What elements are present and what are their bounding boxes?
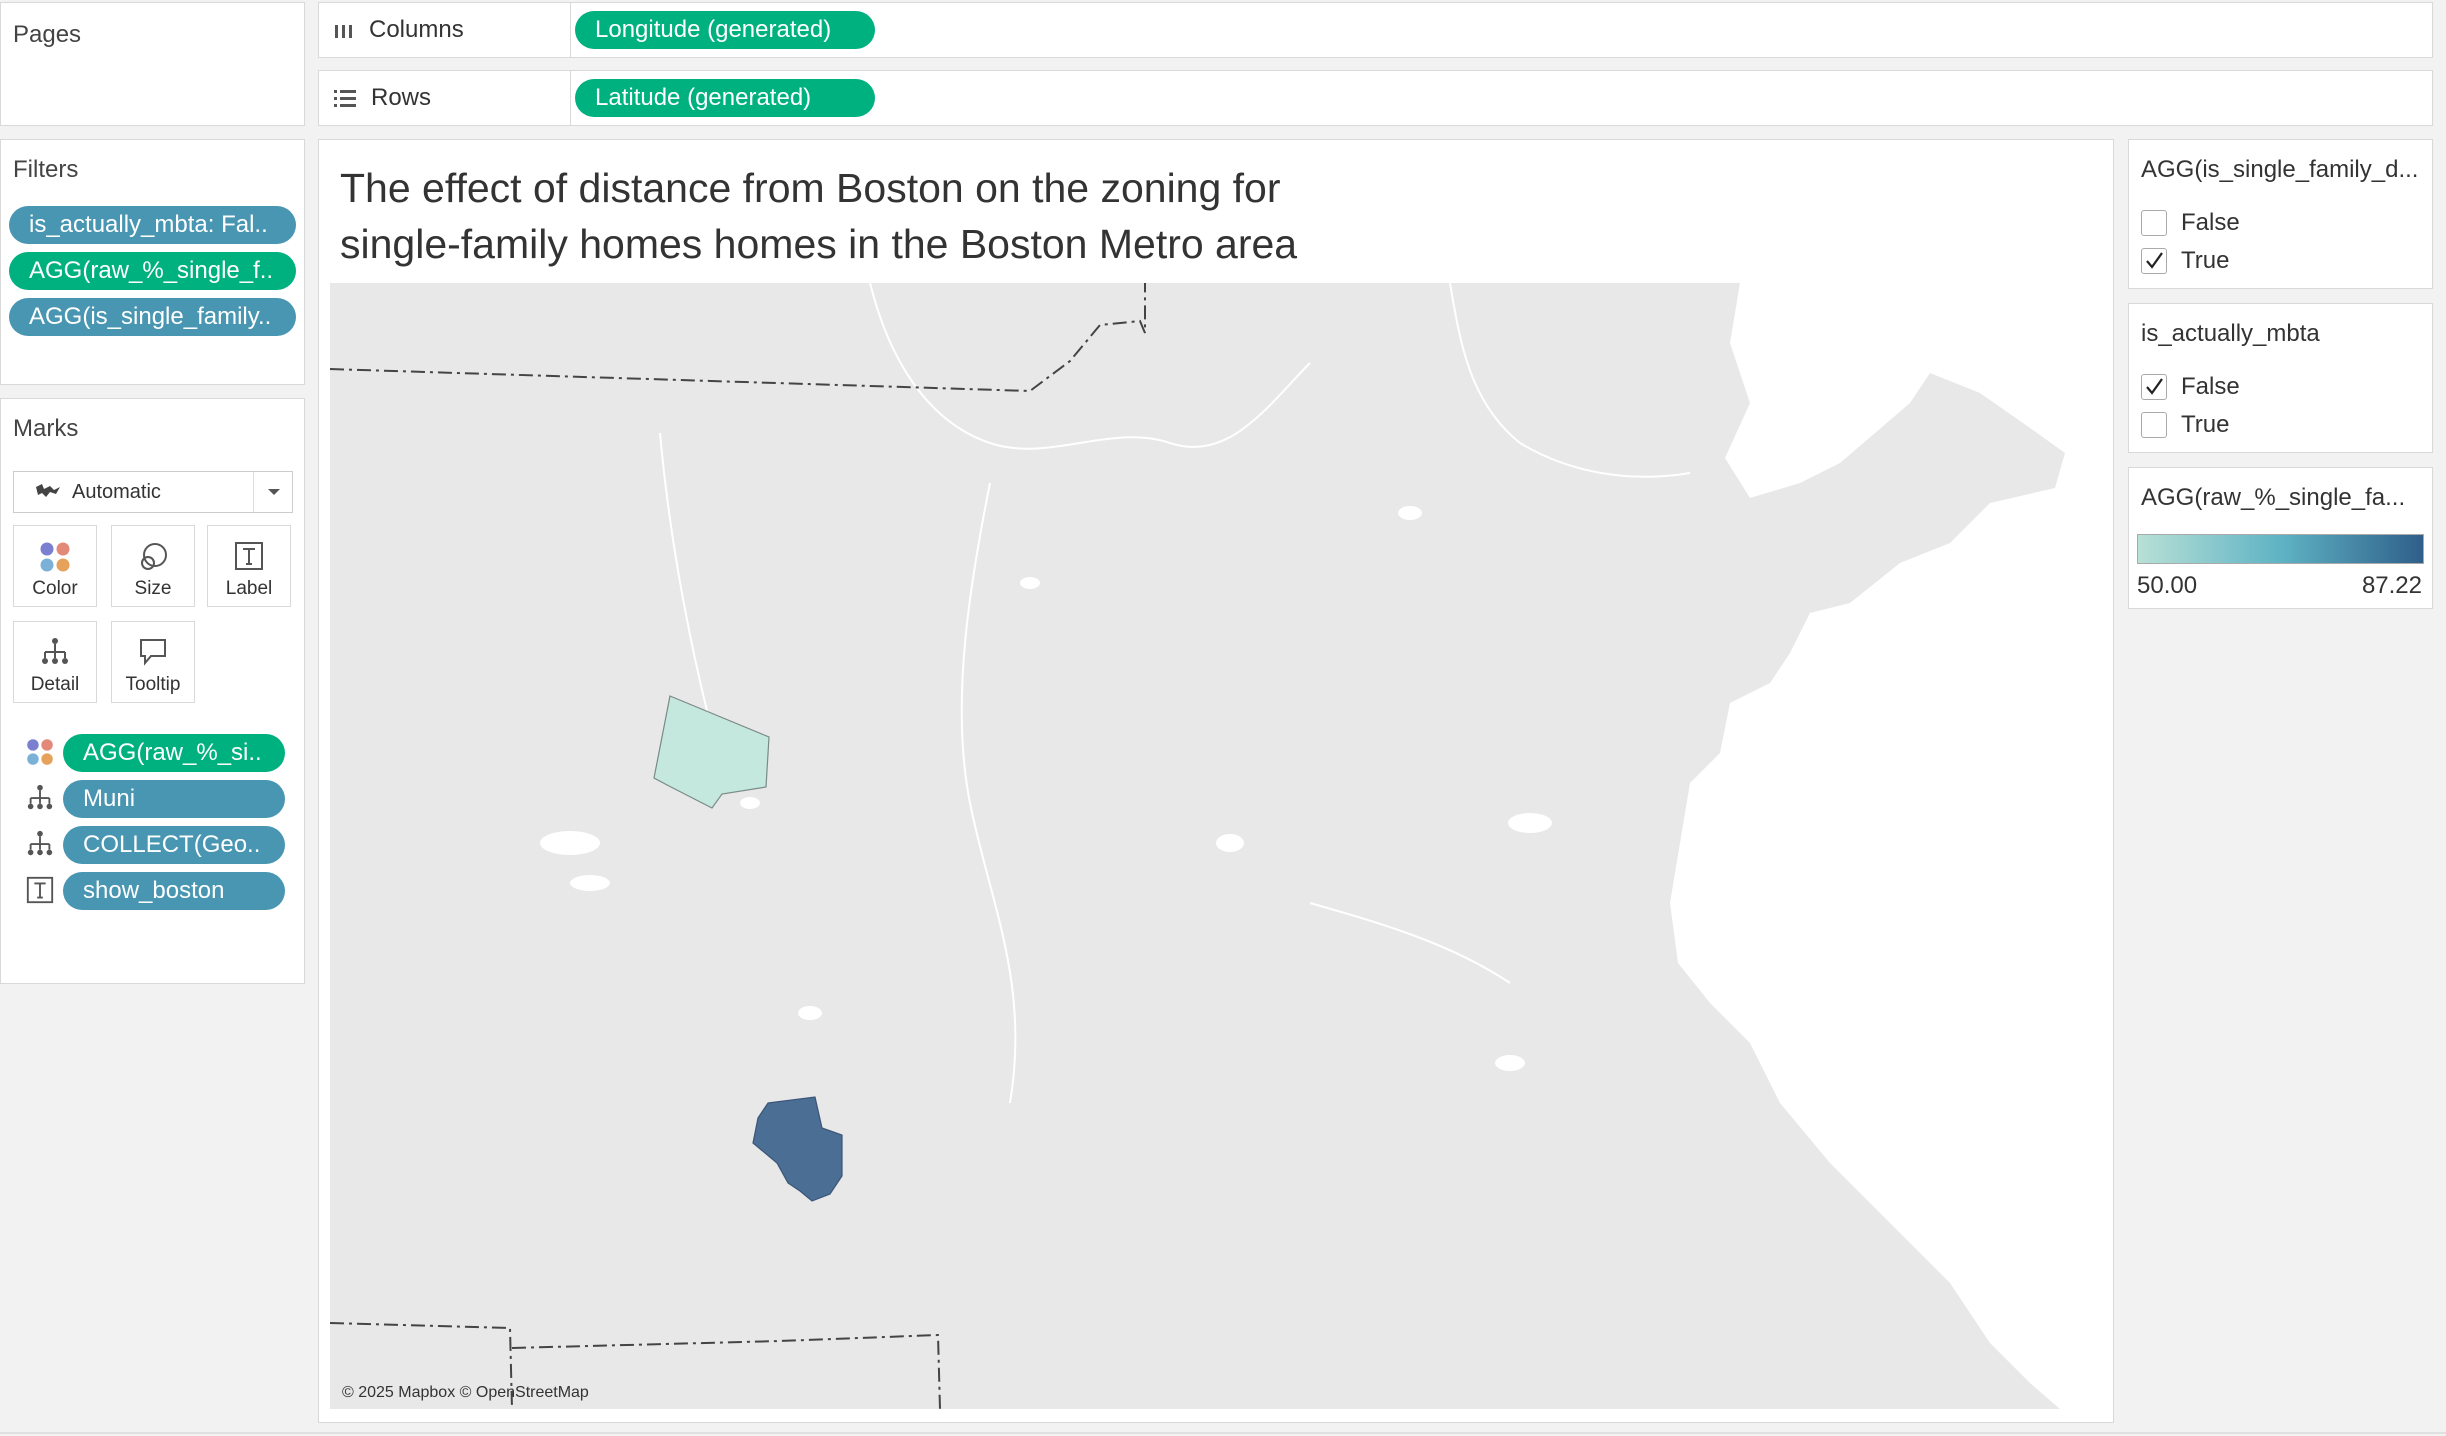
legend-mbta-title: is_actually_mbta — [2141, 320, 2320, 347]
legend-mbta-false-checkbox[interactable] — [2141, 374, 2167, 400]
columns-label-text: Columns — [369, 16, 464, 43]
legend-mbta-true-checkbox[interactable] — [2141, 412, 2167, 438]
viz-title: The effect of distance from Boston on th… — [340, 160, 1440, 272]
filter-pill-is-actually-mbta[interactable]: is_actually_mbta: Fal.. — [9, 206, 296, 244]
legend-mbta-false-label: False — [2181, 373, 2240, 400]
mark-type-dropdown[interactable]: Automatic — [13, 471, 293, 513]
columns-label: Columns — [319, 3, 571, 57]
rows-pill-latitude[interactable]: Latitude (generated) — [575, 79, 875, 117]
legend-single-family-true-label: True — [2181, 247, 2230, 274]
legend-mbta-panel[interactable]: is_actually_mbta False True — [2128, 303, 2433, 453]
detail-field-icon-collect — [27, 830, 53, 856]
legend-single-family-true-checkbox[interactable] — [2141, 248, 2167, 274]
marks-tooltip-button[interactable]: Tooltip — [111, 621, 195, 703]
marks-field-raw-single-family[interactable]: AGG(raw_%_si.. — [63, 734, 285, 772]
columns-pill-longitude[interactable]: Longitude (generated) — [575, 11, 875, 49]
pages-panel[interactable]: Pages — [0, 2, 305, 126]
label-field-icon — [26, 876, 54, 904]
legend-color-ramp — [2137, 534, 2424, 564]
text-label-icon — [235, 542, 263, 570]
checkmark-icon — [2146, 252, 2163, 269]
size-icon — [141, 543, 167, 570]
marks-panel[interactable]: Marks Automatic Color Size Label Detail … — [0, 398, 305, 984]
legend-single-family-false-checkbox[interactable] — [2141, 210, 2167, 236]
legend-color-title: AGG(raw_%_single_fa... — [2141, 484, 2406, 511]
detail-field-icon-muni — [27, 784, 53, 810]
rows-shelf[interactable]: Rows Latitude (generated) — [318, 70, 2433, 126]
columns-icon — [335, 22, 352, 38]
marks-label-button[interactable]: Label — [207, 525, 291, 607]
rows-icon — [334, 90, 356, 107]
legend-single-family-title: AGG(is_single_family_d... — [2141, 156, 2419, 183]
marks-size-button[interactable]: Size — [111, 525, 195, 607]
color-icon — [40, 542, 70, 572]
rows-label-text: Rows — [371, 84, 432, 111]
filters-panel[interactable]: Filters is_actually_mbta: Fal.. AGG(raw_… — [0, 139, 305, 385]
columns-shelf[interactable]: Columns Longitude (generated) — [318, 2, 2433, 58]
marks-color-button[interactable]: Color — [13, 525, 97, 607]
size-label: Size — [134, 578, 172, 599]
rows-label: Rows — [319, 71, 571, 125]
map-view[interactable]: © 2025 Mapbox © OpenStreetMap — [330, 283, 2100, 1409]
marks-field-collect-geo[interactable]: COLLECT(Geo.. — [63, 826, 285, 864]
filters-title: Filters — [13, 156, 79, 183]
mark-type-label: Automatic — [72, 481, 161, 503]
viz-title-line-2: single-family homes homes in the Boston … — [340, 221, 1298, 267]
pages-title: Pages — [13, 21, 82, 48]
legend-single-family-false-label: False — [2181, 209, 2240, 236]
label-label: Label — [225, 578, 273, 599]
legend-single-family-panel[interactable]: AGG(is_single_family_d... False True — [2128, 139, 2433, 289]
marks-field-show-boston[interactable]: show_boston — [63, 872, 285, 910]
filter-pill-raw-single-family[interactable]: AGG(raw_%_single_f.. — [9, 252, 296, 290]
tooltip-icon — [140, 639, 166, 666]
viz-title-line-1: The effect of distance from Boston on th… — [340, 165, 1281, 211]
legend-color-min: 50.00 — [2137, 572, 2198, 599]
legend-mbta-true-label: True — [2181, 411, 2230, 438]
detail-icon — [42, 638, 68, 664]
legend-color-max: 87.22 — [2361, 572, 2422, 599]
filter-pill-is-single-family[interactable]: AGG(is_single_family.. — [9, 298, 296, 336]
legend-color-panel[interactable]: AGG(raw_%_single_fa... 50.00 87.22 — [2128, 467, 2433, 609]
color-field-icon — [27, 739, 53, 765]
chevron-down-icon — [268, 489, 280, 495]
map-attribution[interactable]: © 2025 Mapbox © OpenStreetMap — [342, 1384, 589, 1401]
marks-title: Marks — [13, 415, 79, 442]
bottom-divider — [0, 1432, 2446, 1434]
checkmark-icon — [2146, 378, 2163, 395]
detail-label: Detail — [30, 674, 80, 695]
map-mark-icon — [36, 484, 60, 497]
marks-field-muni[interactable]: Muni — [63, 780, 285, 818]
marks-detail-button[interactable]: Detail — [13, 621, 97, 703]
tooltip-label: Tooltip — [125, 674, 181, 695]
color-label: Color — [32, 578, 78, 599]
